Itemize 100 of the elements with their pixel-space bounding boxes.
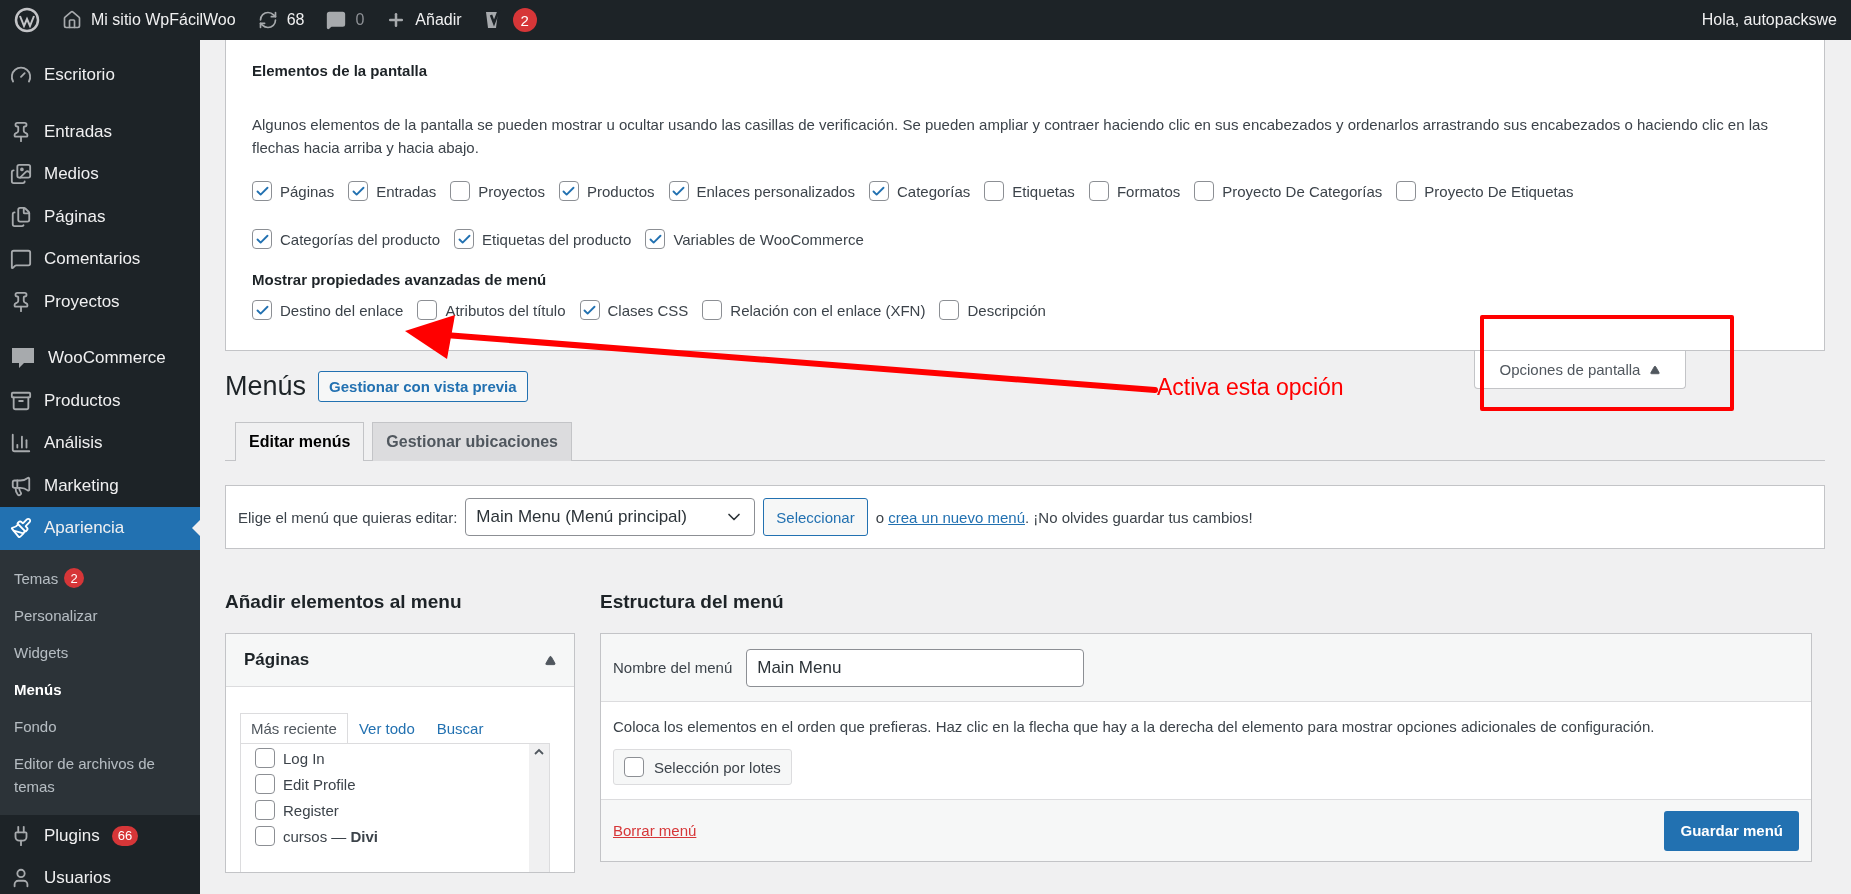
checkbox-label: Etiquetas [1012, 182, 1075, 200]
sidebar-label: Entradas [44, 121, 113, 142]
checkbox[interactable] [252, 229, 272, 249]
checkbox[interactable] [450, 181, 471, 201]
checkbox-label: Clases CSS [607, 301, 689, 319]
sidebar-label: Plugins [44, 825, 100, 846]
panel-heading: Mostrar propiedades avanzadas de menú [252, 271, 548, 288]
images-icon [10, 163, 32, 186]
submenu-item[interactable]: Temas 2 [0, 559, 200, 597]
add-new-link[interactable]: Añadir [415, 11, 462, 29]
preview-button[interactable]: Gestionar con vista previa [318, 371, 528, 402]
checkbox[interactable] [668, 181, 689, 201]
checkbox[interactable] [579, 300, 600, 320]
screen-options-toggle[interactable]: Opciones de pantalla [1474, 351, 1686, 389]
sidebar-item[interactable]: Apariencia [0, 507, 200, 550]
checkbox[interactable] [252, 300, 272, 320]
checkbox[interactable] [868, 181, 889, 201]
checkbox[interactable] [645, 229, 666, 249]
submenu-label: Editor de archivos de temas [14, 753, 156, 797]
tab[interactable]: Editar menús [235, 422, 365, 461]
speech-bubble-icon [10, 248, 32, 271]
checkbox-label: Categorías [896, 182, 971, 200]
checkbox[interactable] [454, 229, 475, 249]
checkbox[interactable] [1088, 181, 1109, 201]
sidebar-item[interactable]: Medios [0, 153, 200, 196]
submenu-item[interactable]: Personalizar [0, 596, 200, 634]
delete-menu-link[interactable]: Borrar menú [613, 822, 697, 839]
comments-count[interactable]: 0 [355, 11, 365, 29]
archive-icon [10, 389, 32, 412]
sidebar-item[interactable]: Proyectos [0, 280, 200, 323]
refresh-icon[interactable] [257, 10, 278, 30]
collapse-arrow-icon [1650, 364, 1661, 375]
sidebar-item[interactable]: Plugins 66 [0, 814, 200, 857]
tab[interactable]: Más reciente [240, 713, 348, 743]
submenu-label: Personalizar [14, 605, 98, 626]
page-label: Register [283, 801, 339, 819]
tab[interactable]: Gestionar ubicaciones [372, 422, 572, 461]
sidebar-item[interactable]: Análisis [0, 422, 200, 465]
box-header[interactable]: Páginas [226, 634, 574, 687]
checkbox-label: Destino del enlace [280, 301, 404, 319]
sidebar-item[interactable]: Comentarios [0, 238, 200, 281]
bar-chart-icon [10, 432, 32, 455]
section-heading: Añadir elementos al menu [225, 591, 463, 613]
checkbox[interactable] [348, 181, 369, 201]
wordpress-logo-icon[interactable] [14, 7, 40, 33]
sidebar-item[interactable]: Productos [0, 379, 200, 422]
create-menu-link[interactable]: crea un nuevo menú [888, 508, 1025, 526]
page-label: cursos — Divi [283, 827, 379, 845]
checkbox-label: Entradas [376, 182, 437, 200]
checkbox[interactable] [255, 800, 275, 820]
site-name-link[interactable]: Mi sitio WpFácilWoo [91, 11, 236, 29]
checkbox[interactable] [255, 826, 275, 846]
checkbox[interactable] [702, 300, 723, 320]
checkbox[interactable] [624, 757, 644, 777]
checkbox-label: Productos [586, 182, 655, 200]
checkbox[interactable] [417, 300, 438, 320]
field-label: Nombre del menú [613, 659, 733, 676]
menu-dropdown[interactable]: Main Menu (Menú principal) [465, 498, 756, 536]
sidebar-label: Análisis [44, 433, 103, 454]
checkbox[interactable] [939, 300, 960, 320]
home-icon[interactable] [62, 10, 82, 30]
select-label: Elige el menú que quieras editar: [238, 508, 458, 526]
sidebar-label: WooCommerce [48, 348, 166, 369]
panel-description: Algunos elementos de la pantalla se pueden mostrar u ocultar usando las casillas de verificación. Se pueden ampliar y contraer haciendo clic en sus encabezados y ordenarlos arrastrando sus encabezados o haciendo clic en las flechas hacia arriba y hacia abajo. [252, 115, 1769, 158]
comment-icon[interactable] [326, 10, 347, 30]
submenu-item[interactable]: Fondo [0, 707, 200, 745]
sidebar-item[interactable]: Páginas [0, 195, 200, 238]
sidebar-item[interactable]: Escritorio [0, 54, 200, 97]
page-label: Log In [283, 749, 325, 767]
greeting-link[interactable]: Hola, autopackswe [1701, 11, 1837, 29]
sidebar-item[interactable]: WooCommerce [0, 337, 200, 380]
menu-name-field[interactable]: Main Menu [746, 648, 1085, 687]
sidebar-item[interactable]: Marketing [0, 464, 200, 507]
submenu-label: Fondo [14, 716, 57, 737]
hint-text: o crea un nuevo menú. ¡No olvides guardar tus cambios! [875, 508, 1253, 526]
submenu-item[interactable]: Widgets [0, 633, 200, 671]
checkbox[interactable] [255, 748, 275, 768]
submenu-item[interactable]: Menús [0, 670, 200, 708]
megaphone-icon [10, 474, 32, 497]
save-menu-button[interactable]: Guardar menú [1664, 810, 1799, 851]
checkbox[interactable] [1396, 181, 1417, 201]
bulk-select-button[interactable]: Selección por lotes [613, 749, 792, 785]
checkbox[interactable] [1194, 181, 1215, 201]
sidebar-item[interactable]: Entradas [0, 110, 200, 153]
checkbox[interactable] [558, 181, 579, 201]
checkbox[interactable] [984, 181, 1005, 201]
scroll-up-icon[interactable] [534, 748, 544, 755]
notification-badge: 2 [512, 8, 537, 32]
speech-bubble-icon [10, 346, 36, 371]
count-badge: 66 [111, 825, 139, 846]
select-button[interactable]: Seleccionar [763, 498, 868, 536]
pages-icon [10, 205, 32, 228]
submenu-item[interactable]: Editor de archivos de temas [0, 744, 200, 805]
updates-count[interactable]: 68 [286, 11, 305, 29]
submenu-label: Temas [14, 568, 59, 589]
sidebar-item[interactable]: Usuarios [0, 857, 200, 894]
checkbox[interactable] [252, 181, 272, 201]
checkbox-label: Etiquetas del producto [482, 230, 632, 248]
checkbox[interactable] [255, 774, 275, 794]
sidebar-label: Escritorio [44, 65, 115, 86]
